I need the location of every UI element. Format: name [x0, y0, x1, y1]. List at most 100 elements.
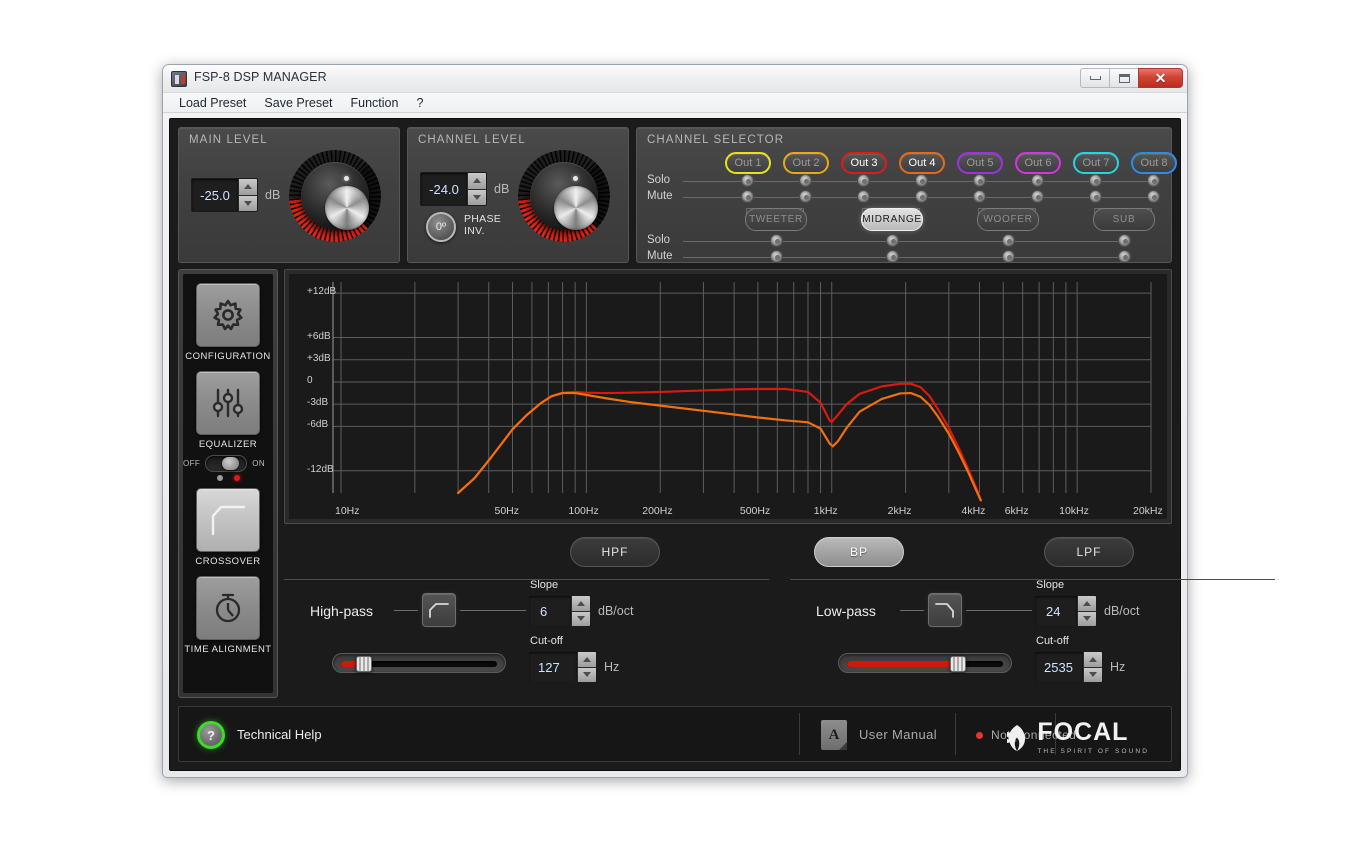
output-button-8[interactable]: Out 8 [1131, 152, 1177, 174]
sliders-icon[interactable] [196, 371, 260, 435]
lowpass-slope-icon[interactable] [928, 593, 962, 627]
crossover-curve-icon[interactable] [196, 488, 260, 552]
lowpass-slope-spinner[interactable]: 24 [1034, 595, 1097, 627]
highpass-cutoff-slider[interactable] [332, 653, 506, 673]
mute-led-out5[interactable] [973, 190, 986, 203]
sidebar-item-label: CROSSOVER [195, 556, 261, 567]
output-button-2[interactable]: Out 2 [783, 152, 829, 174]
channel-level-decrement[interactable] [467, 188, 486, 205]
gear-icon[interactable] [196, 283, 260, 347]
speaker-solo-led-sub[interactable] [1118, 234, 1131, 247]
sidebar-item-configuration[interactable]: CONFIGURATION [183, 283, 273, 362]
output-button-1[interactable]: Out 1 [725, 152, 771, 174]
sidebar-item-label: CONFIGURATION [185, 351, 271, 362]
solo-led-out5[interactable] [973, 174, 986, 187]
speaker-mute-led-midrange[interactable] [886, 250, 899, 263]
speaker-button-woofer[interactable]: WOOFER [977, 208, 1039, 231]
filter-button-bp[interactable]: BP [814, 537, 904, 567]
solo-led-out6[interactable] [1031, 174, 1044, 187]
mute-led-out6[interactable] [1031, 190, 1044, 203]
speaker-solo-led-woofer[interactable] [1002, 234, 1015, 247]
mute-led-out3[interactable] [857, 190, 870, 203]
sidebar-item-time-alignment[interactable]: TIME ALIGNMENT [183, 576, 273, 655]
menu-item-help[interactable]: ? [408, 95, 431, 111]
output-button-5[interactable]: Out 5 [957, 152, 1003, 174]
minimize-button[interactable] [1080, 68, 1109, 88]
highpass-cutoff-increment[interactable] [577, 652, 596, 667]
technical-help-label[interactable]: Technical Help [237, 727, 322, 742]
highpass-slope-decrement[interactable] [571, 610, 590, 626]
lowpass-cutoff-spinner[interactable]: 2535 [1034, 651, 1103, 683]
mute-led-out1[interactable] [741, 190, 754, 203]
highpass-cutoff-spinner[interactable]: 127 [528, 651, 597, 683]
output-button-7[interactable]: Out 7 [1073, 152, 1119, 174]
main-level-value[interactable]: -25.0 [192, 179, 238, 211]
graph-plot-area[interactable]: +12dB +6dB +3dB 0 -3dB -6dB -12dB 10Hz 50Hz 100Hz… [289, 274, 1167, 519]
speaker-button-sub[interactable]: SUB [1093, 208, 1155, 231]
user-manual-label[interactable]: User Manual [859, 727, 937, 742]
highpass-slope-increment[interactable] [571, 596, 590, 611]
navigation-sidebar: CONFIGURATION EQUALIZER OFF ON CROSSOVER TIME… [178, 269, 278, 698]
channel-level-increment[interactable] [467, 173, 486, 189]
lowpass-cutoff-slider[interactable] [838, 653, 1012, 673]
maximize-button[interactable] [1109, 68, 1138, 88]
solo-led-out1[interactable] [741, 174, 754, 187]
output-button-6[interactable]: Out 6 [1015, 152, 1061, 174]
highpass-cutoff-decrement[interactable] [577, 666, 596, 682]
menu-item-load-preset[interactable]: Load Preset [171, 95, 254, 111]
output-button-4[interactable]: Out 4 [899, 152, 945, 174]
highpass-slope-value[interactable]: 6 [529, 596, 571, 626]
mute-led-out8[interactable] [1147, 190, 1160, 203]
highpass-slope-icon[interactable] [422, 593, 456, 627]
highpass-cutoff-value[interactable]: 127 [529, 652, 577, 682]
sidebar-item-crossover[interactable]: CROSSOVER [183, 488, 273, 567]
menu-item-function[interactable]: Function [343, 95, 407, 111]
speaker-mute-led-woofer[interactable] [1002, 250, 1015, 263]
main-level-increment[interactable] [238, 179, 257, 195]
main-level-knob[interactable] [289, 150, 381, 242]
speaker-button-tweeter[interactable]: TWEETER [745, 208, 807, 231]
channel-level-knob[interactable] [518, 150, 610, 242]
filter-button-hpf[interactable]: HPF [570, 537, 660, 567]
lowpass-slope-decrement[interactable] [1077, 610, 1096, 626]
main-level-spinner[interactable]: -25.0 [191, 178, 258, 212]
solo-led-out8[interactable] [1147, 174, 1160, 187]
lowpass-slope-increment[interactable] [1077, 596, 1096, 611]
phase-invert-button[interactable]: 0º [426, 212, 456, 242]
speaker-button-midrange[interactable]: MIDRANGE [861, 208, 923, 231]
pdf-icon[interactable]: A [821, 720, 847, 750]
mute-led-out7[interactable] [1089, 190, 1102, 203]
speaker-solo-led-tweeter[interactable] [770, 234, 783, 247]
output-button-3[interactable]: Out 3 [841, 152, 887, 174]
phase-invert-label: PHASE INV. [464, 213, 502, 237]
connector-line [683, 257, 1130, 258]
lowpass-slope-value[interactable]: 24 [1035, 596, 1077, 626]
menu-item-save-preset[interactable]: Save Preset [256, 95, 340, 111]
lowpass-slope-unit: dB/oct [1104, 604, 1140, 618]
speaker-mute-led-tweeter[interactable] [770, 250, 783, 263]
solo-led-out4[interactable] [915, 174, 928, 187]
filter-button-lpf[interactable]: LPF [1044, 537, 1134, 567]
stopwatch-icon[interactable] [196, 576, 260, 640]
slider-thumb[interactable] [950, 656, 967, 672]
equalizer-power-toggle[interactable]: OFF ON [183, 455, 273, 472]
close-button[interactable]: ✕ [1138, 68, 1183, 88]
channel-level-spinner[interactable]: -24.0 [420, 172, 487, 206]
solo-led-out3[interactable] [857, 174, 870, 187]
solo-led-out2[interactable] [799, 174, 812, 187]
lowpass-cutoff-value[interactable]: 2535 [1035, 652, 1083, 682]
toggle-switch[interactable] [205, 455, 248, 472]
sidebar-item-equalizer[interactable]: EQUALIZER [183, 371, 273, 450]
lowpass-cutoff-decrement[interactable] [1083, 666, 1102, 682]
slider-thumb[interactable] [355, 656, 372, 672]
highpass-slope-spinner[interactable]: 6 [528, 595, 591, 627]
speaker-solo-led-midrange[interactable] [886, 234, 899, 247]
main-level-decrement[interactable] [238, 194, 257, 211]
solo-led-out7[interactable] [1089, 174, 1102, 187]
technical-help-icon[interactable]: ? [197, 721, 225, 749]
lowpass-cutoff-increment[interactable] [1083, 652, 1102, 667]
channel-level-value[interactable]: -24.0 [421, 173, 467, 205]
mute-led-out4[interactable] [915, 190, 928, 203]
speaker-mute-led-sub[interactable] [1118, 250, 1131, 263]
mute-led-out2[interactable] [799, 190, 812, 203]
